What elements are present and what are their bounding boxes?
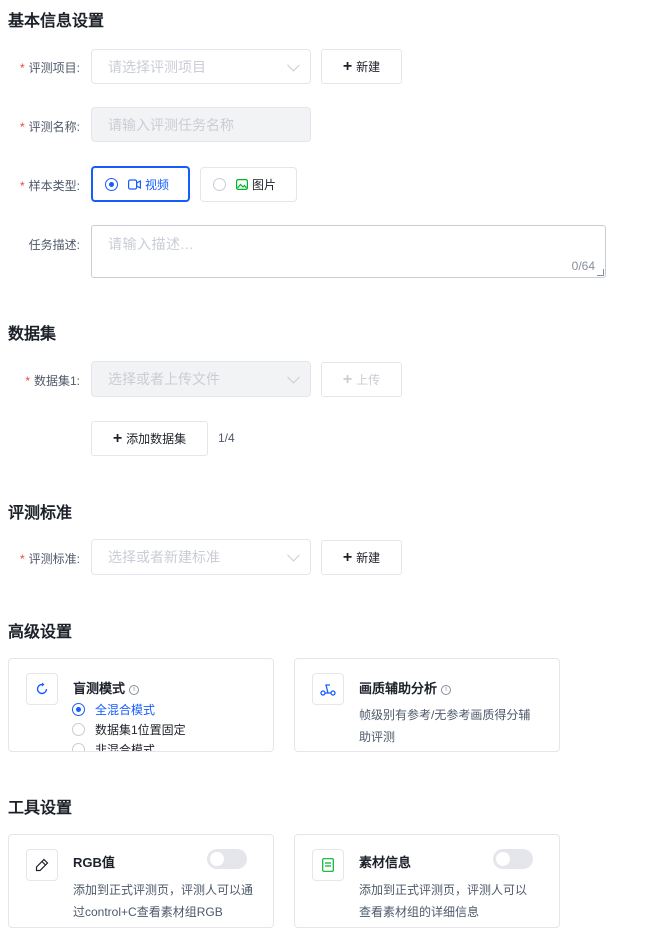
- plus-icon: +: [342, 57, 353, 75]
- resize-handle-icon[interactable]: [597, 269, 604, 276]
- blind-option[interactable]: 非混合模式: [72, 739, 186, 751]
- material-info-desc: 添加到正式评测页，评测人可以查看素材组的详细信息: [359, 883, 528, 919]
- eyedropper-icon: [26, 849, 58, 881]
- quality-analysis-title: 画质辅助分析 i: [359, 678, 452, 697]
- analysis-icon: [312, 673, 344, 705]
- material-info-title: 素材信息: [359, 855, 412, 870]
- description-textarea[interactable]: 请输入描述... 0/64: [91, 225, 606, 278]
- task-name-input[interactable]: 请输入评测任务名称: [91, 107, 311, 142]
- material-info-toggle[interactable]: [493, 849, 533, 869]
- radio-selected-icon: [72, 702, 85, 716]
- refresh-icon: [26, 673, 58, 705]
- blind-mode-options: 全混合模式 数据集1位置固定 非混合模式: [72, 699, 186, 751]
- info-icon: i: [441, 684, 452, 695]
- standard-select[interactable]: 选择或者新建标准: [91, 539, 311, 575]
- image-icon: [236, 179, 248, 190]
- project-label: * 评测项目:: [19, 61, 80, 75]
- chevron-down-icon: [287, 370, 300, 384]
- blind-mode-card[interactable]: 盲测模式 i 全混合模式 数据集1位置固定 非混合模式: [8, 658, 274, 752]
- section-title-standard: 评测标准: [8, 505, 73, 522]
- blind-option[interactable]: 数据集1位置固定: [72, 719, 186, 739]
- project-select[interactable]: 请选择评测项目: [91, 49, 311, 84]
- sample-type-video[interactable]: 视频: [91, 166, 190, 202]
- name-label: * 评测名称:: [19, 120, 80, 134]
- plus-icon: +: [342, 370, 353, 388]
- upload-button[interactable]: + 上传: [321, 362, 402, 397]
- project-select-placeholder: 请选择评测项目: [108, 58, 206, 75]
- dataset1-label: * 数据集1:: [25, 374, 80, 388]
- radio-selected-icon: [105, 177, 118, 191]
- chevron-down-icon: [287, 548, 300, 562]
- char-count: 0/64: [571, 259, 595, 273]
- quality-analysis-desc: 帧级别有参考/无参考画质得分辅助评测: [359, 708, 531, 744]
- new-project-button[interactable]: + 新建: [321, 49, 402, 84]
- section-title-basic: 基本信息设置: [8, 13, 105, 30]
- radio-unselected-icon: [213, 178, 226, 191]
- section-title-dataset: 数据集: [8, 326, 57, 343]
- radio-unselected-icon: [72, 722, 85, 736]
- plus-icon: +: [112, 429, 123, 447]
- dataset-count: 1/4: [218, 431, 235, 445]
- video-icon: [128, 178, 141, 190]
- standard-label: * 评测标准:: [19, 552, 80, 566]
- blind-mode-title: 盲测模式 i: [73, 678, 140, 697]
- rgb-tool-desc: 添加到正式评测页，评测人可以通过control+C查看素材组RGB: [73, 883, 254, 919]
- sample-type-image[interactable]: 图片: [200, 167, 297, 202]
- section-title-advanced: 高级设置: [8, 624, 73, 641]
- document-icon: [312, 849, 344, 881]
- quality-analysis-card[interactable]: 画质辅助分析 i 帧级别有参考/无参考画质得分辅助评测: [294, 658, 560, 752]
- chevron-down-icon: [287, 58, 300, 72]
- rgb-tool-card: RGB值 添加到正式评测页，评测人可以通过control+C查看素材组RGB: [8, 834, 274, 928]
- rgb-toggle[interactable]: [207, 849, 247, 869]
- radio-unselected-icon: [72, 742, 85, 751]
- section-title-tools: 工具设置: [8, 800, 73, 817]
- info-icon: i: [129, 684, 140, 695]
- description-label: 任务描述:: [28, 238, 80, 252]
- sample-type-label: * 样本类型:: [19, 179, 80, 193]
- rgb-tool-title: RGB值: [73, 855, 115, 870]
- new-standard-button[interactable]: + 新建: [321, 540, 402, 575]
- plus-icon: +: [342, 548, 353, 566]
- add-dataset-button[interactable]: + 添加数据集: [91, 421, 208, 456]
- blind-option[interactable]: 全混合模式: [72, 699, 186, 719]
- dataset1-select[interactable]: 选择或者上传文件: [91, 361, 311, 397]
- material-info-card: 素材信息 添加到正式评测页，评测人可以查看素材组的详细信息: [294, 834, 560, 928]
